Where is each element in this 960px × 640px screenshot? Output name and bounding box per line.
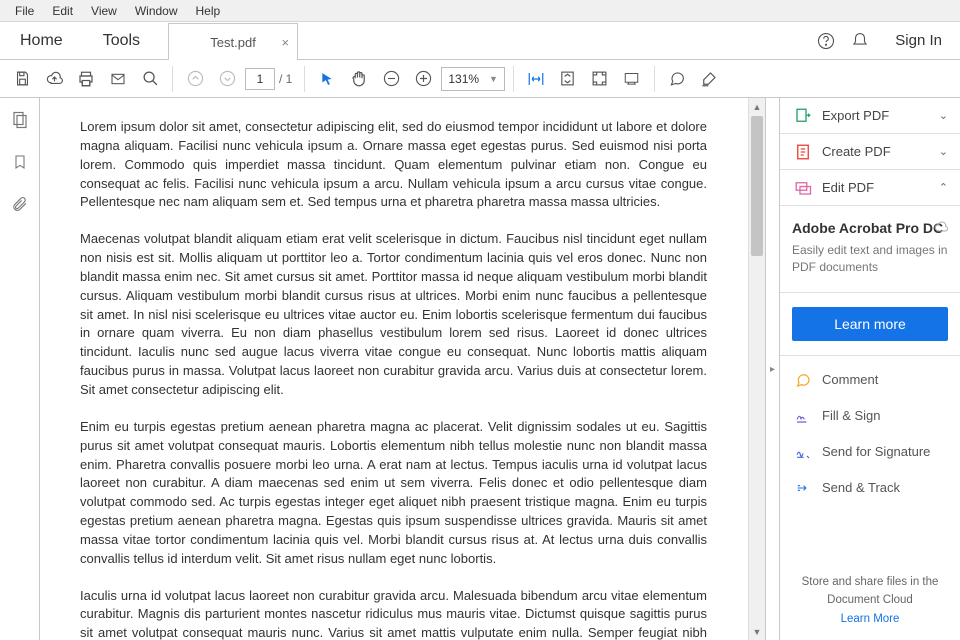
zoom-level-dropdown[interactable]: 131% ▼ <box>441 67 505 91</box>
page-down-icon[interactable] <box>213 65 241 93</box>
zoom-level-label: 131% <box>448 72 479 86</box>
highlight-icon[interactable] <box>695 65 723 93</box>
info-title: Adobe Acrobat Pro DC <box>792 220 948 236</box>
edit-pdf-tool[interactable]: Edit PDF ⌃ <box>780 170 960 206</box>
main-area: Lorem ipsum dolor sit amet, consectetur … <box>0 98 960 640</box>
send-for-signature-tool[interactable]: Send for Signature <box>780 434 960 470</box>
menu-window[interactable]: Window <box>126 4 187 18</box>
paragraph: Iaculis urna id volutpat lacus laoreet n… <box>80 587 707 640</box>
send-icon <box>792 479 814 497</box>
thumbnails-icon[interactable] <box>8 108 32 132</box>
edit-pdf-icon <box>792 179 814 197</box>
search-icon[interactable] <box>136 65 164 93</box>
send-for-signature-label: Send for Signature <box>822 444 930 459</box>
document-content[interactable]: Lorem ipsum dolor sit amet, consectetur … <box>40 98 747 640</box>
attachment-icon[interactable] <box>8 192 32 216</box>
scrollbar-thumb[interactable] <box>751 116 763 256</box>
email-icon[interactable] <box>104 65 132 93</box>
info-body: Easily edit text and images in PDF docum… <box>792 242 948 276</box>
send-track-tool[interactable]: Send & Track <box>780 470 960 506</box>
menu-view[interactable]: View <box>82 4 126 18</box>
fit-page-icon[interactable] <box>554 65 582 93</box>
chevron-down-icon: ⌄ <box>939 109 948 122</box>
comment-icon <box>792 371 814 389</box>
document-viewer: Lorem ipsum dolor sit amet, consectetur … <box>40 98 766 640</box>
zoom-out-icon[interactable] <box>377 65 405 93</box>
menu-help[interactable]: Help <box>187 4 230 18</box>
promo-text: Store and share files in the Document Cl… <box>802 576 939 605</box>
top-bar: Home Tools Test.pdf × Sign In <box>0 22 960 60</box>
selection-arrow-icon[interactable] <box>313 65 341 93</box>
menu-file[interactable]: File <box>6 4 43 18</box>
document-tab[interactable]: Test.pdf × <box>168 23 298 60</box>
comment-label: Comment <box>822 372 878 387</box>
cloud-promo: Store and share files in the Document Cl… <box>780 562 960 640</box>
home-tab[interactable]: Home <box>0 22 83 59</box>
sign-in-link[interactable]: Sign In <box>877 22 960 59</box>
read-mode-icon[interactable] <box>618 65 646 93</box>
signature-icon <box>792 443 814 461</box>
menu-bar: File Edit View Window Help <box>0 0 960 22</box>
print-icon[interactable] <box>72 65 100 93</box>
comment-tool[interactable]: Comment <box>780 362 960 398</box>
chevron-down-icon: ▼ <box>489 74 498 84</box>
chevron-down-icon: ⌄ <box>939 145 948 158</box>
cloud-icon[interactable] <box>40 65 68 93</box>
create-pdf-tool[interactable]: Create PDF ⌄ <box>780 134 960 170</box>
send-track-label: Send & Track <box>822 480 900 495</box>
fullscreen-icon[interactable] <box>586 65 614 93</box>
create-pdf-label: Create PDF <box>822 144 891 159</box>
notification-icon[interactable] <box>843 22 877 59</box>
menu-edit[interactable]: Edit <box>43 4 82 18</box>
scroll-up-arrow-icon[interactable]: ▲ <box>749 98 765 115</box>
fit-width-icon[interactable] <box>522 65 550 93</box>
left-sidebar <box>0 98 40 640</box>
document-tab-label: Test.pdf <box>210 35 256 50</box>
sign-icon <box>792 407 814 425</box>
vertical-scrollbar[interactable]: ▲ ▼ <box>748 98 765 640</box>
export-pdf-tool[interactable]: Export PDF ⌄ <box>780 98 960 134</box>
fill-sign-tool[interactable]: Fill & Sign <box>780 398 960 434</box>
close-tab-icon[interactable]: × <box>281 35 289 50</box>
zoom-in-icon[interactable] <box>409 65 437 93</box>
edit-pdf-label: Edit PDF <box>822 180 874 195</box>
export-pdf-label: Export PDF <box>822 108 889 123</box>
paragraph: Lorem ipsum dolor sit amet, consectetur … <box>80 118 707 212</box>
edit-pdf-info: Adobe Acrobat Pro DC Easily edit text an… <box>780 206 960 293</box>
fill-sign-label: Fill & Sign <box>822 408 881 423</box>
bookmark-icon[interactable] <box>8 150 32 174</box>
chevron-up-icon: ⌃ <box>939 181 948 194</box>
save-icon[interactable] <box>8 65 36 93</box>
hand-tool-icon[interactable] <box>345 65 373 93</box>
page-number-input[interactable] <box>245 68 275 90</box>
learn-more-button[interactable]: Learn more <box>792 307 948 341</box>
toolbar: / 1 131% ▼ <box>0 60 960 98</box>
page-total-label: / 1 <box>279 72 292 86</box>
scroll-down-arrow-icon[interactable]: ▼ <box>749 623 765 640</box>
paragraph: Enim eu turpis egestas pretium aenean ph… <box>80 418 707 569</box>
page-up-icon[interactable] <box>181 65 209 93</box>
tools-tab[interactable]: Tools <box>83 22 160 59</box>
export-pdf-icon <box>792 107 814 125</box>
collapse-right-panel[interactable]: ▸ <box>766 98 780 640</box>
help-icon[interactable] <box>809 22 843 59</box>
comment-bubble-icon[interactable] <box>663 65 691 93</box>
cloud-icon <box>932 220 950 234</box>
create-pdf-icon <box>792 143 814 161</box>
paragraph: Maecenas volutpat blandit aliquam etiam … <box>80 230 707 400</box>
right-panel: Export PDF ⌄ Create PDF ⌄ Edit PDF ⌃ Ado… <box>780 98 960 640</box>
promo-learn-more-link[interactable]: Learn More <box>792 611 948 628</box>
